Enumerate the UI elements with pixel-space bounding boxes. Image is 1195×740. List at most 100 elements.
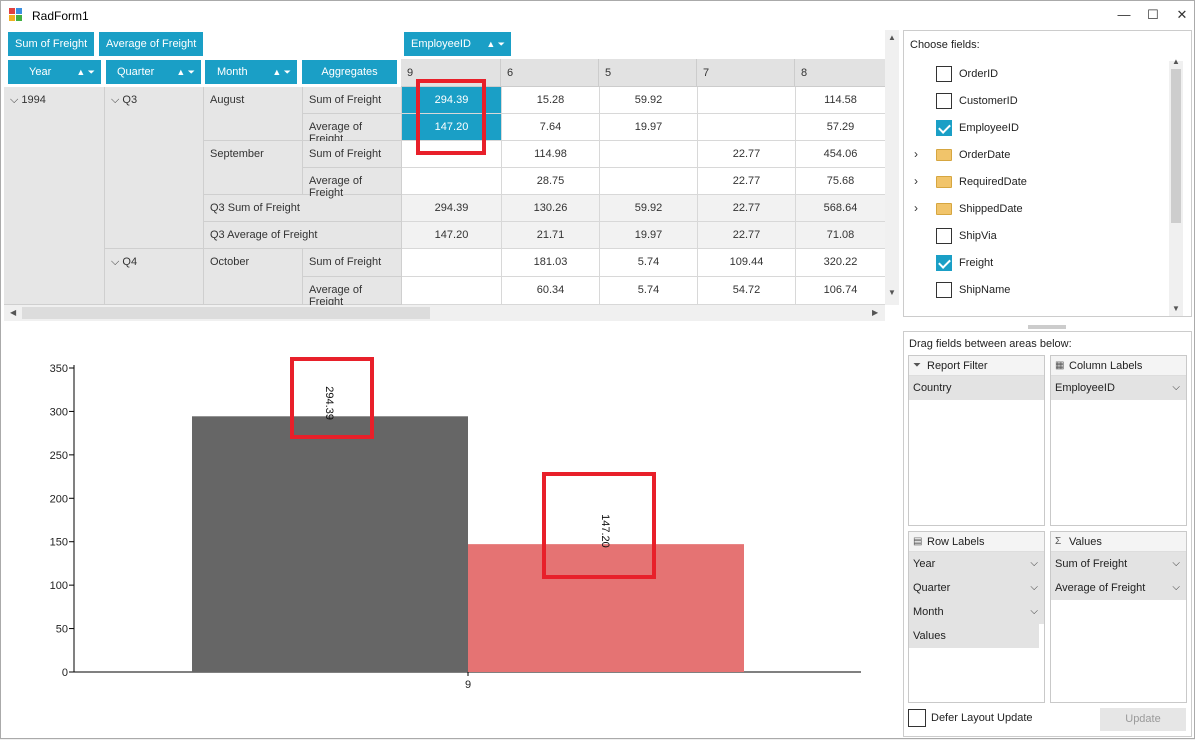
pivot-cell[interactable]: 59.92 xyxy=(600,87,698,114)
pivot-cell[interactable]: 320.22 xyxy=(796,249,886,277)
field-checkbox[interactable] xyxy=(936,282,952,298)
pivot-cell[interactable] xyxy=(698,114,796,141)
pivot-cell[interactable]: 114.98 xyxy=(502,141,600,168)
maximize-button[interactable]: ☐ xyxy=(1138,5,1168,25)
pivot-cell[interactable]: 294.39 xyxy=(402,195,502,222)
area-field-country[interactable]: Country xyxy=(909,376,1044,400)
scroll-left-icon[interactable]: ◀ xyxy=(10,308,16,317)
sort-filter-icon[interactable]: ▲ ⏷ xyxy=(76,60,95,84)
chevron-down-icon[interactable]: ⌵ xyxy=(1172,376,1180,400)
expand-icon[interactable]: › xyxy=(914,201,918,215)
values-area[interactable]: Σ Values Sum of Freight ⌵ Average of Freig… xyxy=(1050,531,1187,703)
pivot-cell[interactable]: 60.34 xyxy=(502,277,600,305)
update-button[interactable]: Update xyxy=(1100,708,1186,731)
scroll-thumb[interactable] xyxy=(22,307,430,319)
scroll-up-icon[interactable]: ▲ xyxy=(888,33,896,42)
row-chip-year[interactable]: Year ▲ ⏷ xyxy=(8,60,101,84)
chevron-down-icon[interactable]: ⌵ xyxy=(1030,552,1038,576)
chevron-down-icon[interactable]: ⌵ xyxy=(1172,576,1180,600)
collapse-icon[interactable]: ⌵ xyxy=(111,256,119,268)
field-checkbox[interactable] xyxy=(936,66,952,82)
pivot-cell[interactable]: 54.72 xyxy=(698,277,796,305)
pivot-cell[interactable]: 454.06 xyxy=(796,141,886,168)
row-header-august[interactable]: August xyxy=(204,87,303,141)
pivot-cell[interactable]: 106.74 xyxy=(796,277,886,305)
pivot-cell[interactable]: 147.20 xyxy=(402,222,502,249)
row-header-q3-average[interactable]: Q3 Average of Freight xyxy=(204,222,402,249)
report-filter-area[interactable]: ⏷ Report Filter Country xyxy=(908,355,1045,526)
aggregates-chip[interactable]: Aggregates xyxy=(302,60,397,84)
row-header-q3-sum[interactable]: Q3 Sum of Freight xyxy=(204,195,402,222)
pivot-cell[interactable] xyxy=(402,277,502,305)
row-header-october[interactable]: October xyxy=(204,249,303,305)
sort-filter-icon[interactable]: ▲ ⏷ xyxy=(486,32,505,56)
pivot-cell[interactable] xyxy=(698,87,796,114)
pivot-cell[interactable]: 75.68 xyxy=(796,168,886,195)
field-item-shippeddate[interactable]: › ShippedDate xyxy=(910,196,1165,223)
pivot-cell[interactable]: 22.77 xyxy=(698,222,796,249)
sort-filter-icon[interactable]: ▲ ⏷ xyxy=(176,60,195,84)
column-header[interactable]: 5 xyxy=(599,59,697,87)
row-labels-area[interactable]: ▤ Row Labels Year ⌵ Quarter ⌵ Month ⌵ Values xyxy=(908,531,1045,703)
pivot-cell[interactable]: 7.64 xyxy=(502,114,600,141)
pivot-cell[interactable]: 22.77 xyxy=(698,141,796,168)
area-field-employeeid[interactable]: EmployeeID ⌵ xyxy=(1051,376,1186,400)
row-header-measure[interactable]: Sum of Freight xyxy=(303,87,402,114)
field-item-requireddate[interactable]: › RequiredDate xyxy=(910,169,1165,196)
field-checkbox[interactable] xyxy=(936,93,952,109)
column-chip-employeeid[interactable]: EmployeeID ▲ ⏷ xyxy=(404,32,511,56)
field-item-employeeid[interactable]: EmployeeID xyxy=(910,115,1165,142)
area-field-quarter[interactable]: Quarter ⌵ xyxy=(909,576,1044,600)
pivot-cell[interactable]: 19.97 xyxy=(600,114,698,141)
scroll-thumb[interactable] xyxy=(1171,69,1181,223)
pivot-cell[interactable]: 22.77 xyxy=(698,195,796,222)
row-header-measure[interactable]: Average of Freight xyxy=(303,277,402,308)
scroll-up-icon[interactable]: ▲ xyxy=(1172,57,1180,66)
expand-icon[interactable]: › xyxy=(914,174,918,188)
pivot-cell[interactable]: 181.03 xyxy=(502,249,600,277)
pivot-cell[interactable] xyxy=(402,249,502,277)
field-checkbox[interactable] xyxy=(936,228,952,244)
collapse-icon[interactable]: ⌵ xyxy=(111,94,119,106)
pivot-cell[interactable]: 109.44 xyxy=(698,249,796,277)
pivot-cell[interactable]: 130.26 xyxy=(502,195,600,222)
pivot-cell[interactable]: 114.58 xyxy=(796,87,886,114)
pivot-cell[interactable]: 71.08 xyxy=(796,222,886,249)
field-item-orderdate[interactable]: › OrderDate xyxy=(910,142,1165,169)
data-chip-sum-of-freight[interactable]: Sum of Freight xyxy=(8,32,95,56)
row-header-measure[interactable]: Average of Freight xyxy=(303,114,402,145)
pivot-cell[interactable]: 19.97 xyxy=(600,222,698,249)
area-field-year[interactable]: Year ⌵ xyxy=(909,552,1044,576)
column-header[interactable]: 6 xyxy=(501,59,599,87)
pivot-cell[interactable]: 59.92 xyxy=(600,195,698,222)
row-header-q3[interactable]: ⌵ Q3 xyxy=(105,87,204,249)
field-item-customerid[interactable]: CustomerID xyxy=(910,88,1165,115)
pivot-horizontal-scrollbar[interactable]: ◀ ▶ xyxy=(4,305,885,321)
scroll-down-icon[interactable]: ▼ xyxy=(888,288,896,297)
field-item-freight[interactable]: Freight xyxy=(910,250,1165,277)
field-checkbox[interactable] xyxy=(936,255,952,271)
row-chip-quarter[interactable]: Quarter ▲ ⏷ xyxy=(106,60,201,84)
row-header-q4[interactable]: ⌵ Q4 xyxy=(105,249,204,305)
column-labels-area[interactable]: ▦ Column Labels EmployeeID ⌵ xyxy=(1050,355,1187,526)
pivot-cell[interactable] xyxy=(600,141,698,168)
field-item-orderid[interactable]: OrderID xyxy=(910,61,1165,88)
scroll-down-icon[interactable]: ▼ xyxy=(1172,304,1180,313)
pivot-vertical-scrollbar[interactable]: ▲ ▼ xyxy=(885,30,899,305)
pivot-cell[interactable]: 22.77 xyxy=(698,168,796,195)
data-chip-average-of-freight[interactable]: Average of Freight xyxy=(99,32,204,56)
scroll-right-icon[interactable]: ▶ xyxy=(872,308,878,317)
pivot-cell[interactable]: 568.64 xyxy=(796,195,886,222)
pivot-cell[interactable] xyxy=(600,168,698,195)
splitter-grip[interactable] xyxy=(1028,325,1066,329)
field-list-scrollbar[interactable]: ▲ ▼ xyxy=(1169,57,1183,316)
row-header-measure[interactable]: Average of Freight xyxy=(303,168,402,199)
pivot-cell[interactable]: 28.75 xyxy=(502,168,600,195)
pivot-cell[interactable]: 57.29 xyxy=(796,114,886,141)
collapse-icon[interactable]: ⌵ xyxy=(10,94,18,106)
field-item-shipname[interactable]: ShipName xyxy=(910,277,1165,304)
column-header[interactable]: 7 xyxy=(697,59,795,87)
pivot-cell[interactable]: 5.74 xyxy=(600,249,698,277)
pivot-cell[interactable]: 15.28 xyxy=(502,87,600,114)
row-header-year[interactable]: ⌵ 1994 xyxy=(4,87,105,305)
